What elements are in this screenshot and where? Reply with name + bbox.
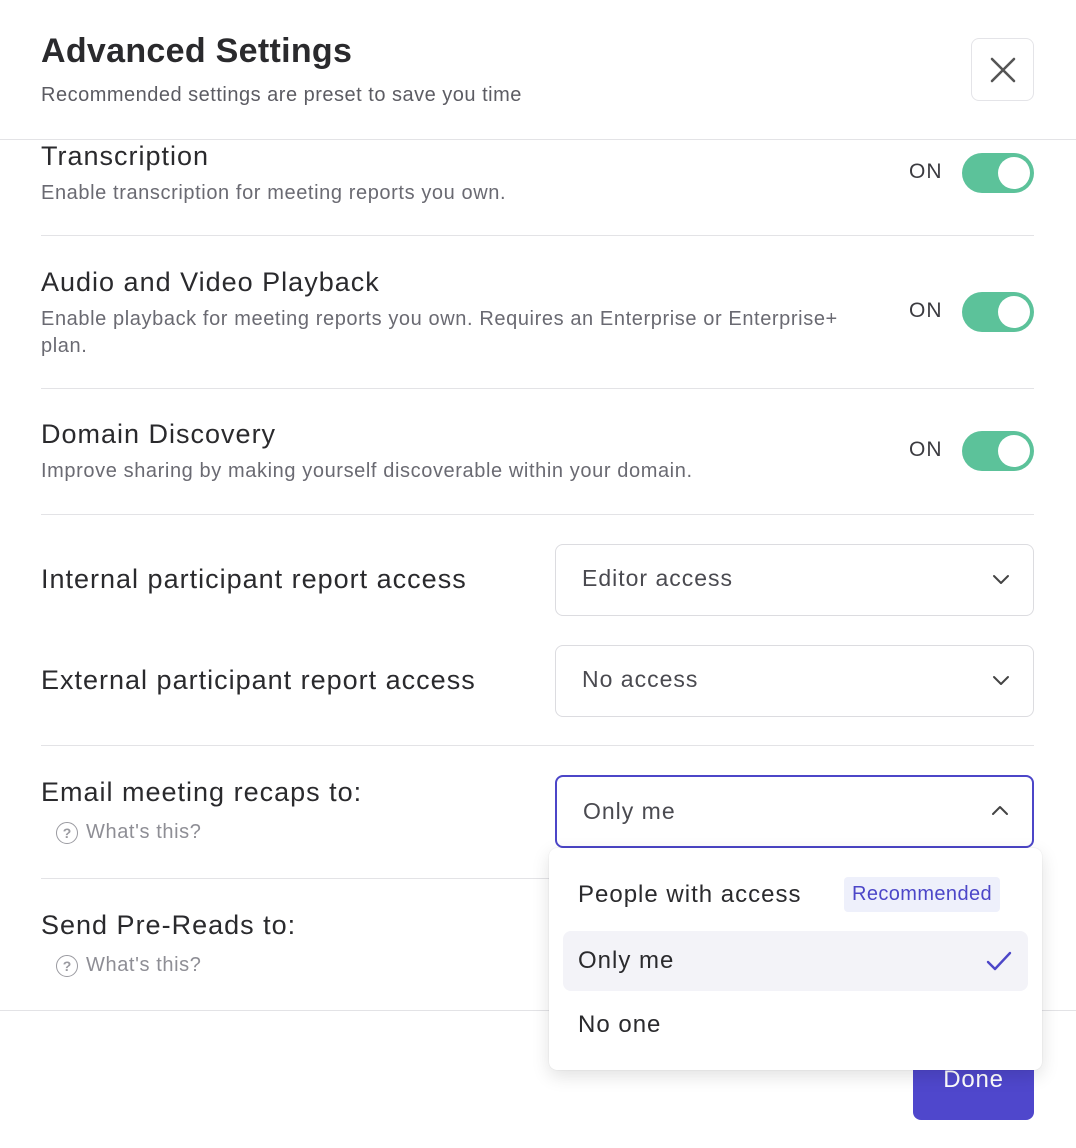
chevron-up-icon [992,806,1008,815]
chevron-down-icon [993,676,1009,685]
domain-discovery-description: Improve sharing by making yourself disco… [41,460,693,482]
email-recaps-value: Only me [583,798,676,824]
page-title: Advanced Settings [41,32,353,70]
close-icon [990,57,1015,82]
checkmark-icon [986,951,1012,971]
option-label: Only me [578,947,675,974]
option-people-with-access[interactable]: People with access Recommended [563,865,1028,925]
option-no-one[interactable]: No one [563,995,1028,1055]
question-circle-icon: ? [56,821,78,844]
domain-discovery-state-label: ON [909,438,943,461]
page-subtitle: Recommended settings are preset to save … [41,84,522,106]
option-label: People with access [578,881,802,908]
divider [41,235,1034,236]
toggle-knob [998,435,1030,467]
pre-reads-help-link[interactable]: ? What's this? [56,954,202,977]
playback-description: Enable playback for meeting reports you … [41,308,838,357]
domain-discovery-toggle[interactable] [962,431,1034,471]
pre-reads-label: Send Pre-Reads to: [41,910,297,940]
internal-access-select[interactable]: Editor access [555,544,1034,616]
external-access-value: No access [582,666,699,692]
external-access-select[interactable]: No access [555,645,1034,717]
playback-title: Audio and Video Playback [41,267,380,297]
transcription-description: Enable transcription for meeting reports… [41,182,507,204]
email-recaps-dropdown-menu: People with access Recommended Only me N… [549,848,1042,1070]
playback-state-label: ON [909,299,943,322]
advanced-settings-modal: Advanced Settings Recommended settings a… [0,0,1076,1148]
toggle-knob [998,296,1030,328]
email-recaps-help-link[interactable]: ? What's this? [56,821,202,844]
modal-header: Advanced Settings Recommended settings a… [0,0,1076,140]
option-only-me[interactable]: Only me [563,931,1028,991]
divider [41,514,1034,515]
recommended-badge: Recommended [844,877,1001,912]
playback-toggle[interactable] [962,292,1034,332]
help-text: What's this? [86,954,202,976]
transcription-toggle[interactable] [962,153,1034,193]
internal-access-value: Editor access [582,565,734,591]
option-label: No one [578,1011,662,1038]
transcription-title: Transcription [41,141,210,171]
email-recaps-label: Email meeting recaps to: [41,777,363,807]
email-recaps-select[interactable]: Only me [555,775,1034,848]
transcription-state-label: ON [909,160,943,183]
divider [41,745,1034,746]
divider [41,388,1034,389]
domain-discovery-title: Domain Discovery [41,419,277,449]
external-access-label: External participant report access [41,665,476,695]
internal-access-label: Internal participant report access [41,564,467,594]
toggle-knob [998,157,1030,189]
close-button[interactable] [971,38,1034,101]
help-text: What's this? [86,821,202,843]
chevron-down-icon [993,575,1009,584]
question-circle-icon: ? [56,954,78,977]
